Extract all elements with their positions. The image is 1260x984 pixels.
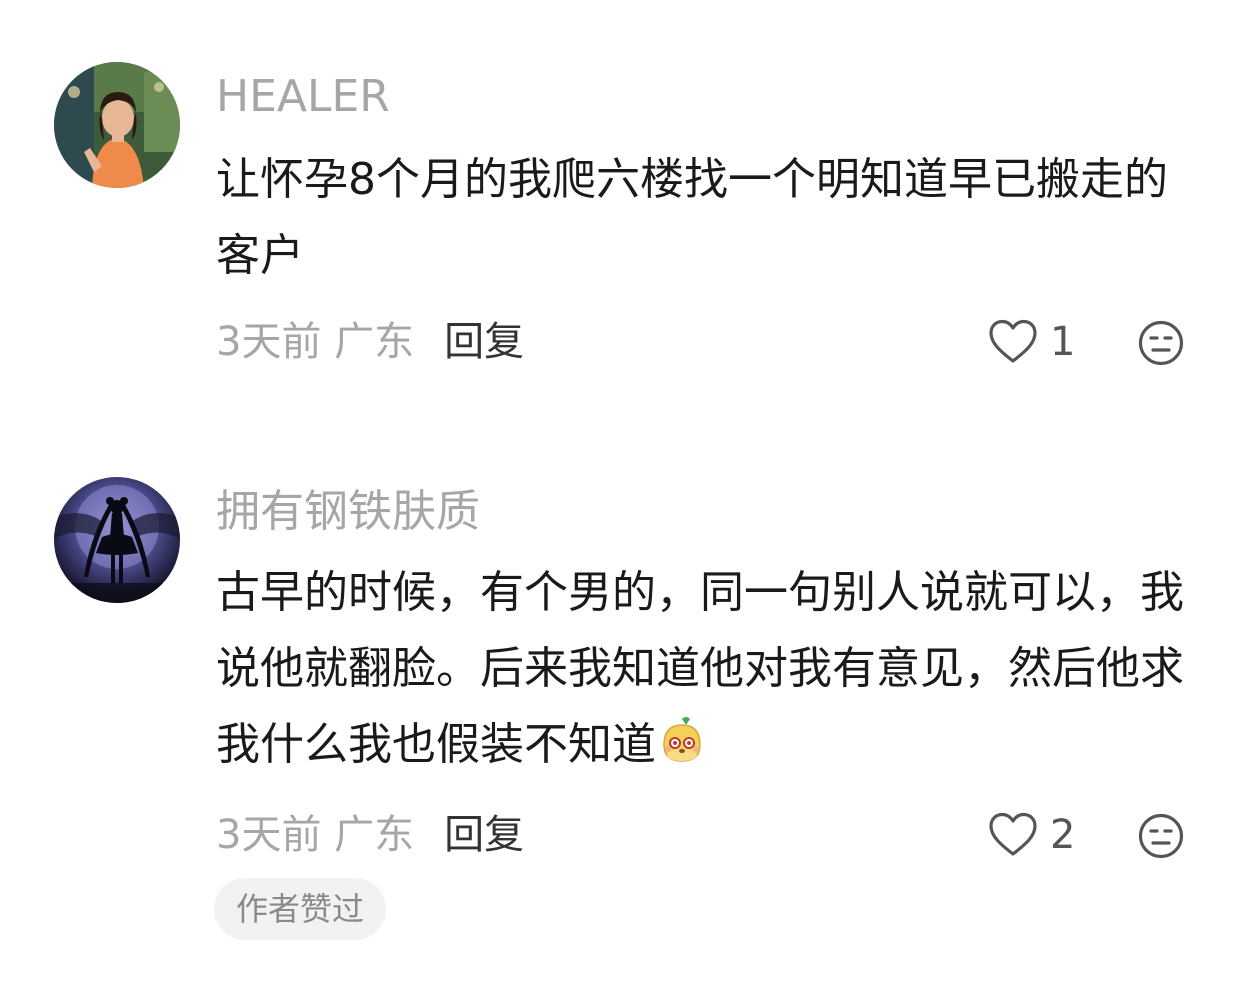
time-location: 3天前 广东 [216,319,415,365]
comment-meta: 3天前 广东 回复 [216,811,524,859]
dislike-button[interactable] [1138,320,1184,366]
author-liked-badge: 作者赞过 [214,878,387,940]
time-location: 3天前 广东 [216,812,415,858]
neutral-face-icon [1138,813,1184,859]
heart-outline-icon [989,319,1037,363]
like-button[interactable]: 2 [988,811,1075,859]
reply-button[interactable]: 回复 [444,812,524,858]
smirk-sticker-emoji [656,715,708,767]
avatar[interactable] [54,477,180,603]
neutral-face-icon [1138,320,1184,366]
dislike-button[interactable] [1138,813,1184,859]
username[interactable]: 拥有钢铁肤质 [216,486,480,538]
avatar[interactable] [54,62,180,188]
avatar-image [54,477,180,603]
like-count: 1 [1050,319,1076,365]
heart-outline-icon [989,812,1037,856]
comment-item: HEALER 让怀孕8个月的我爬六楼找一个明知道早已搬走的客户 3天前 广东 回复… [0,0,1260,400]
avatar-image [54,62,180,188]
comment-text: 让怀孕8个月的我爬六楼找一个明知道早已搬走的客户 [216,154,1168,281]
username[interactable]: HEALER [216,71,390,123]
comment-item: 拥有钢铁肤质 古早的时候，有个男的，同一句别人说就可以，我说他就翻脸。后来我知道… [0,400,1260,984]
comment-meta: 3天前 广东 回复 [216,318,524,366]
reply-button[interactable]: 回复 [444,319,524,365]
comment-text: 古早的时候，有个男的，同一句别人说就可以，我说他就翻脸。后来我知道他对我有意见，… [216,555,1196,783]
like-count: 2 [1050,812,1076,858]
like-button[interactable]: 1 [988,318,1075,366]
